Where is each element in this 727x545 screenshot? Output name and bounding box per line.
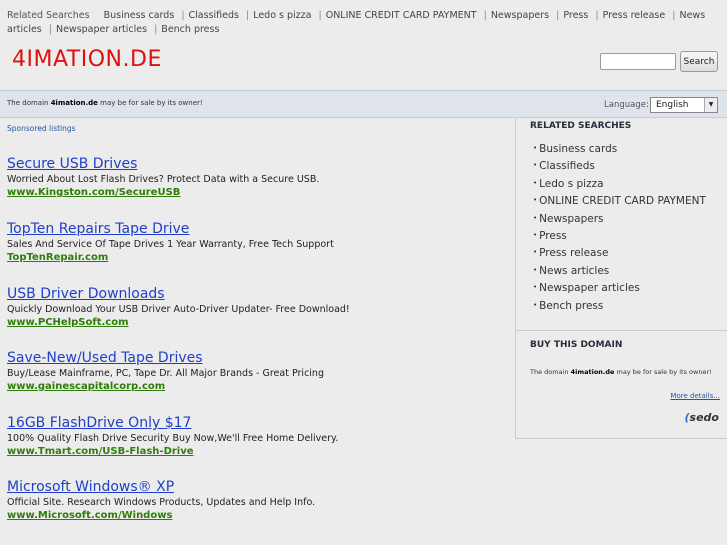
listing-url[interactable]: www.PCHelpSoft.com <box>7 316 507 330</box>
related-searches-list: • Business cards • Classifieds • Ledo s piz… <box>533 140 723 314</box>
bullet-icon: • <box>533 196 538 205</box>
bullet-icon: • <box>533 300 538 309</box>
bullet-icon: • <box>533 265 538 274</box>
listing-item: 16GB FlashDrive Only $17 100% Quality Fl… <box>7 415 507 459</box>
bullet-icon: • <box>533 213 538 222</box>
more-details-link[interactable]: More details... <box>670 392 720 400</box>
sidebar-item-news-articles[interactable]: • News articles <box>533 262 723 279</box>
top-link-bench-press[interactable]: Bench press <box>161 24 219 35</box>
sidebar-item-bench-press[interactable]: • Bench press <box>533 297 723 314</box>
listing-item: TopTen Repairs Tape Drive Sales And Serv… <box>7 221 507 265</box>
notice-domain: 4imation.de <box>50 99 98 107</box>
sidebar-item-online-credit-card-payment[interactable]: • ONLINE CREDIT CARD PAYMENT <box>533 192 723 209</box>
sidebar-item-press-release[interactable]: • Press release <box>533 244 723 261</box>
top-link-newspapers[interactable]: Newspapers <box>491 10 549 21</box>
sidebar-item-press[interactable]: • Press <box>533 227 723 244</box>
domain-notice-bar: The domain 4imation.de may be for sale b… <box>0 90 727 118</box>
listing-title[interactable]: Save-New/Used Tape Drives <box>7 350 507 366</box>
listing-title[interactable]: 16GB FlashDrive Only $17 <box>7 415 507 431</box>
listing-description: Sales And Service Of Tape Drives 1 Year … <box>7 239 334 250</box>
listing-item: USB Driver Downloads Quickly Download Yo… <box>7 286 507 330</box>
bullet-icon: • <box>533 178 538 187</box>
sidebar: RELATED SEARCHES • Business cards • Classi… <box>515 118 727 439</box>
domain-for-sale-notice: The domain 4imation.de may be for sale b… <box>7 99 203 107</box>
top-link-online-credit-card-payment[interactable]: ONLINE CREDIT CARD PAYMENT <box>326 10 477 21</box>
notice-prefix: The domain <box>7 99 51 107</box>
listing-description: Quickly Download Your USB Driver Auto-Dr… <box>7 304 350 315</box>
language-select[interactable]: English ▼ <box>650 97 718 113</box>
language-label: Language: <box>604 100 649 110</box>
listing-item: Save-New/Used Tape Drives Buy/Lease Main… <box>7 350 507 394</box>
search-button[interactable]: Search <box>680 51 718 72</box>
search-input[interactable] <box>600 53 676 70</box>
listing-url[interactable]: www.Microsoft.com/Windows <box>7 509 507 523</box>
bullet-icon: • <box>533 231 538 240</box>
top-link-press[interactable]: Press <box>563 10 588 21</box>
listing-title[interactable]: Secure USB Drives <box>7 156 507 172</box>
sidebar-item-newspaper-articles[interactable]: • Newspaper articles <box>533 279 723 296</box>
top-link-press-release[interactable]: Press release <box>603 10 666 21</box>
related-searches-links: Related Searches Business cards | Classif… <box>7 10 706 35</box>
listing-title[interactable]: Microsoft Windows® XP <box>7 479 507 495</box>
sidebar-item-classifieds[interactable]: • Classifieds <box>533 157 723 174</box>
listing-description: Official Site. Research Windows Products… <box>7 497 316 508</box>
related-searches-heading: RELATED SEARCHES <box>530 121 632 131</box>
top-link-classifieds[interactable]: Classifieds <box>189 10 239 21</box>
listing-title[interactable]: USB Driver Downloads <box>7 286 507 302</box>
listing-url[interactable]: TopTenRepair.com <box>7 251 507 265</box>
listing-description: Buy/Lease Mainframe, PC, Tape Dr. All Ma… <box>7 368 324 379</box>
site-logo[interactable]: 4IMATION.DE <box>12 47 162 72</box>
language-selected-value: English <box>656 100 689 110</box>
listing-url[interactable]: www.Tmart.com/USB-Flash-Drive <box>7 445 507 459</box>
bullet-icon: • <box>533 248 538 257</box>
sidebar-item-newspapers[interactable]: • Newspapers <box>533 210 723 227</box>
listing-description: Worried About Lost Flash Drives? Protect… <box>7 174 320 185</box>
top-link-ledo-s-pizza[interactable]: Ledo s pizza <box>253 10 311 21</box>
sponsored-listings-label[interactable]: Sponsored listings <box>7 124 76 133</box>
sedo-logo[interactable]: (sedo <box>685 411 719 424</box>
related-searches-label: Related Searches <box>7 10 90 21</box>
buy-domain-heading: BUY THIS DOMAIN <box>530 340 623 350</box>
listing-url[interactable]: www.Kingston.com/SecureUSB <box>7 186 507 200</box>
dropdown-arrow-icon[interactable]: ▼ <box>704 98 717 112</box>
bullet-icon: • <box>533 161 538 170</box>
top-link-business-cards[interactable]: Business cards <box>104 10 175 21</box>
listing-item: Secure USB Drives Worried About Lost Fla… <box>7 156 507 200</box>
notice-suffix: may be for sale by its owner! <box>97 99 203 107</box>
sidebar-item-business-cards[interactable]: • Business cards <box>533 140 723 157</box>
sidebar-divider <box>516 330 727 331</box>
listing-item: Microsoft Windows® XP Official Site. Res… <box>7 479 507 523</box>
top-link-newspaper-articles[interactable]: Newspaper articles <box>56 24 147 35</box>
sidebar-domain-notice: The domain 4imation.de may be for sale b… <box>530 368 712 376</box>
listing-description: 100% Quality Flash Drive Security Buy No… <box>7 433 339 444</box>
sidebar-item-ledo-s-pizza[interactable]: • Ledo s pizza <box>533 175 723 192</box>
top-bar: Related Searches Business cards | Classif… <box>0 0 727 40</box>
bullet-icon: • <box>533 144 538 152</box>
bullet-icon: • <box>533 283 538 292</box>
listing-title[interactable]: TopTen Repairs Tape Drive <box>7 221 507 237</box>
listing-url[interactable]: www.gainescapitalcorp.com <box>7 380 507 394</box>
